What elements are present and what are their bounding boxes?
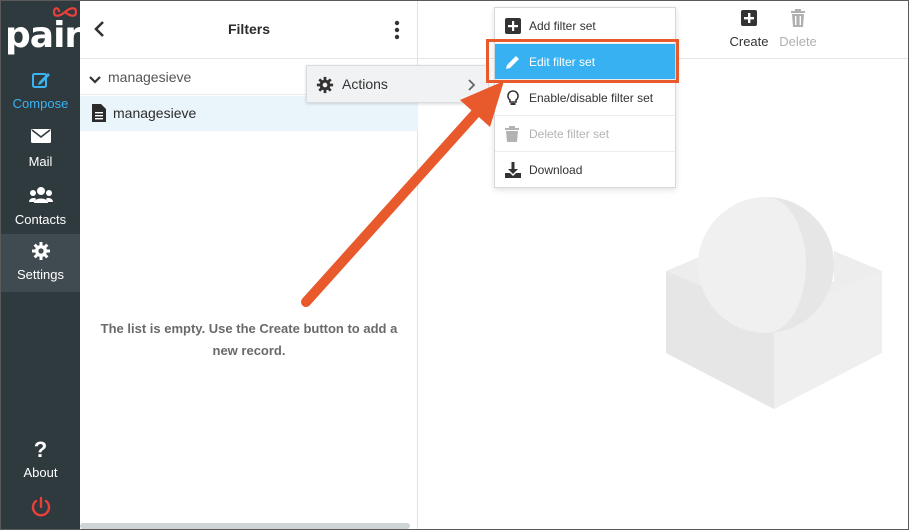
- logo-text: pair: [5, 15, 82, 56]
- actions-menu-item[interactable]: Actions: [306, 65, 489, 103]
- actions-label: Actions: [342, 76, 388, 92]
- compose-icon: [1, 70, 80, 94]
- gear-icon: [316, 76, 334, 94]
- chevron-down-icon: [89, 72, 101, 84]
- sidebar-item-label: About: [23, 465, 58, 480]
- sidebar: pair Compose Mail Contacts Settings ? Ab…: [1, 1, 82, 529]
- gear-icon: [1, 241, 80, 265]
- menu-item-download[interactable]: Download: [495, 152, 675, 188]
- filters-header: Filters: [80, 1, 418, 59]
- file-icon: [92, 104, 106, 122]
- infinity-icon: [53, 7, 77, 17]
- sidebar-item-about[interactable]: ? About: [1, 437, 80, 487]
- horizontal-scrollbar[interactable]: [80, 523, 410, 529]
- sidebar-item-label: Mail: [28, 154, 53, 169]
- trash-icon: [773, 9, 823, 31]
- power-icon[interactable]: [29, 495, 53, 519]
- chevron-right-icon: [467, 78, 477, 92]
- download-icon: [505, 162, 521, 178]
- create-button[interactable]: Create: [724, 9, 774, 49]
- plus-square-icon: [724, 9, 774, 31]
- group-name: managesieve: [108, 69, 192, 85]
- sidebar-item-contacts[interactable]: Contacts: [1, 179, 80, 237]
- roundcube-watermark-icon: [666, 197, 882, 409]
- highlight-box-annotation: [486, 39, 679, 83]
- menu-item-label: Enable/disable filter set: [529, 91, 654, 105]
- create-button-label: Create: [729, 34, 769, 49]
- page-title: Filters: [227, 21, 270, 37]
- delete-button[interactable]: Delete: [773, 9, 823, 49]
- menu-item-label: Delete filter set: [529, 127, 610, 141]
- mail-icon: [1, 128, 80, 152]
- sidebar-item-mail[interactable]: Mail: [1, 121, 80, 179]
- sidebar-item-label: Settings: [17, 267, 64, 282]
- more-options-icon[interactable]: [390, 19, 404, 41]
- trash-icon: [505, 126, 521, 142]
- list-item-label: managesieve: [113, 105, 197, 121]
- contacts-icon: [1, 186, 80, 210]
- sidebar-item-label: Compose: [12, 96, 69, 111]
- app-window: pair Compose Mail Contacts Settings ? Ab…: [0, 0, 909, 530]
- question-icon: ?: [33, 437, 48, 462]
- delete-button-label: Delete: [779, 34, 817, 49]
- sidebar-item-settings[interactable]: Settings: [1, 234, 80, 292]
- lightbulb-icon: [505, 90, 521, 106]
- sidebar-item-label: Contacts: [14, 212, 67, 227]
- empty-list-message: The list is empty. Use the Create button…: [100, 321, 398, 358]
- menu-item-delete-filter-set[interactable]: Delete filter set: [495, 116, 675, 152]
- sidebar-item-compose[interactable]: Compose: [1, 63, 80, 121]
- menu-item-label: Add filter set: [529, 19, 596, 33]
- menu-item-label: Download: [529, 163, 583, 177]
- menu-item-enable-disable-filter-set[interactable]: Enable/disable filter set: [495, 80, 675, 116]
- actions-submenu: Add filter set Edit filter set Enable/di…: [494, 7, 676, 188]
- pair-logo: pair: [5, 5, 82, 57]
- plus-square-icon: [505, 18, 521, 34]
